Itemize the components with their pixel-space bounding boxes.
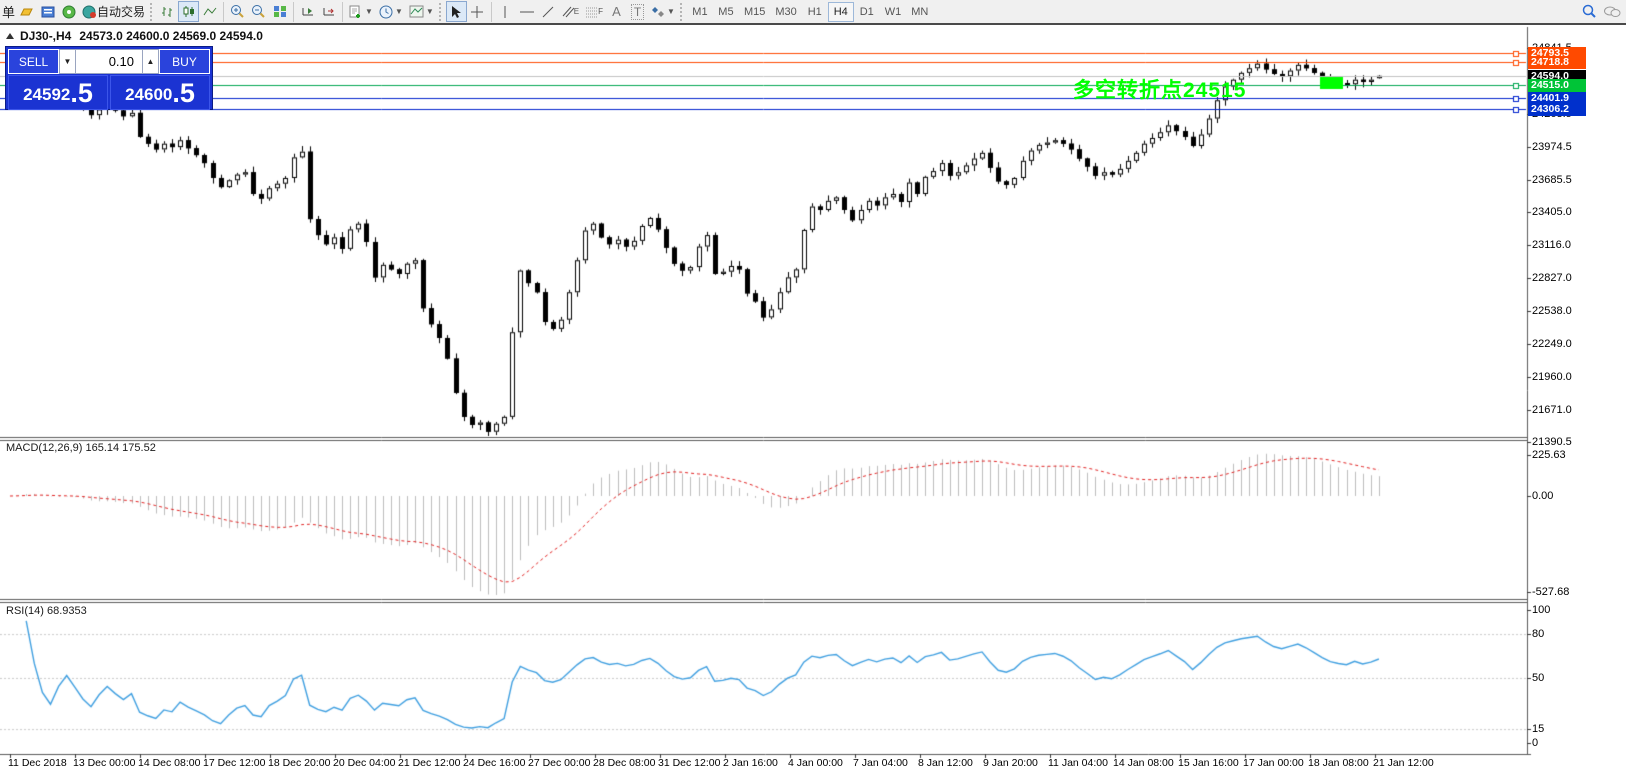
price-line-tag: 24515.0 — [1528, 79, 1586, 92]
date-axis-label: 7 Jan 04:00 — [853, 757, 908, 769]
rsi-axis-tick: 50 — [1532, 672, 1544, 684]
date-axis-label: 4 Jan 00:00 — [788, 757, 843, 769]
one-click-trading-panel: SELL ▼ 0.10 ▲ BUY 24592 .5 24600 .5 — [5, 46, 213, 110]
price-axis-tick: 22827.0 — [1532, 272, 1572, 284]
mt4-window: 单 自动交易 — [0, 0, 1626, 774]
price-axis-tick: 23974.5 — [1532, 141, 1572, 153]
buy-price-display[interactable]: 24600 .5 — [110, 75, 210, 110]
date-axis-label: 27 Dec 00:00 — [528, 757, 590, 769]
price-axis-tick: 23685.5 — [1532, 174, 1572, 186]
volume-input[interactable]: 0.10 — [76, 49, 142, 74]
price-axis-tick: 22538.0 — [1532, 305, 1572, 317]
sell-button[interactable]: SELL — [8, 49, 59, 74]
sell-price-frac: .5 — [70, 79, 93, 107]
price-axis-tick: 21390.5 — [1532, 436, 1572, 448]
rsi-axis-tick: 80 — [1532, 628, 1544, 640]
macd-indicator-label: MACD(12,26,9) 165.14 175.52 — [6, 442, 156, 454]
sell-price-display[interactable]: 24592 .5 — [8, 75, 108, 110]
price-line-tag: 24718.8 — [1528, 56, 1586, 69]
rsi-axis-tick: 0 — [1532, 737, 1538, 749]
date-axis-label: 21 Dec 12:00 — [398, 757, 460, 769]
macd-axis-tick: 0.00 — [1532, 490, 1553, 502]
price-axis-tick: 21671.0 — [1532, 404, 1572, 416]
date-axis-label: 14 Dec 08:00 — [138, 757, 200, 769]
buy-button[interactable]: BUY — [159, 49, 210, 74]
date-axis-label: 17 Dec 12:00 — [203, 757, 265, 769]
price-axis-tick: 23116.0 — [1532, 239, 1571, 251]
date-axis-label: 28 Dec 08:00 — [593, 757, 655, 769]
date-axis-label: 9 Jan 20:00 — [983, 757, 1038, 769]
date-axis-label: 18 Dec 20:00 — [268, 757, 330, 769]
date-axis-label: 31 Dec 12:00 — [658, 757, 720, 769]
date-axis-label: 11 Jan 04:00 — [1048, 757, 1108, 769]
macd-axis-tick: -527.68 — [1532, 586, 1569, 598]
date-axis-label: 14 Jan 08:00 — [1113, 757, 1174, 769]
volume-increase-button[interactable]: ▲ — [142, 49, 159, 74]
sell-price-main: 24592 — [23, 83, 70, 107]
date-axis-label: 21 Jan 12:00 — [1373, 757, 1434, 769]
chart-annotation-text: 多空转折点24515 — [1073, 74, 1246, 104]
buy-price-main: 24600 — [125, 83, 172, 107]
price-axis-tick: 21960.0 — [1532, 371, 1572, 383]
date-axis-label: 8 Jan 12:00 — [918, 757, 973, 769]
volume-decrease-button[interactable]: ▼ — [59, 49, 76, 74]
date-axis-label: 2 Jan 16:00 — [723, 757, 778, 769]
price-line-tag: 24306.2 — [1528, 103, 1586, 116]
date-axis-label: 20 Dec 04:00 — [333, 757, 395, 769]
date-axis-label: 18 Jan 08:00 — [1308, 757, 1369, 769]
date-axis-label: 11 Dec 2018 — [8, 757, 67, 769]
rsi-indicator-label: RSI(14) 68.9353 — [6, 605, 87, 617]
macd-axis-tick: 225.63 — [1532, 449, 1566, 461]
buy-price-frac: .5 — [172, 79, 195, 107]
rsi-axis-tick: 15 — [1532, 723, 1544, 735]
price-axis-tick: 22249.0 — [1532, 338, 1572, 350]
date-axis-label: 13 Dec 00:00 — [73, 757, 135, 769]
chart-canvas[interactable] — [0, 0, 1626, 774]
price-axis-tick: 23405.0 — [1532, 206, 1572, 218]
date-axis-label: 24 Dec 16:00 — [463, 757, 525, 769]
date-axis-label: 15 Jan 16:00 — [1178, 757, 1239, 769]
date-axis-label: 17 Jan 00:00 — [1243, 757, 1304, 769]
rsi-axis-tick: 100 — [1532, 604, 1550, 616]
